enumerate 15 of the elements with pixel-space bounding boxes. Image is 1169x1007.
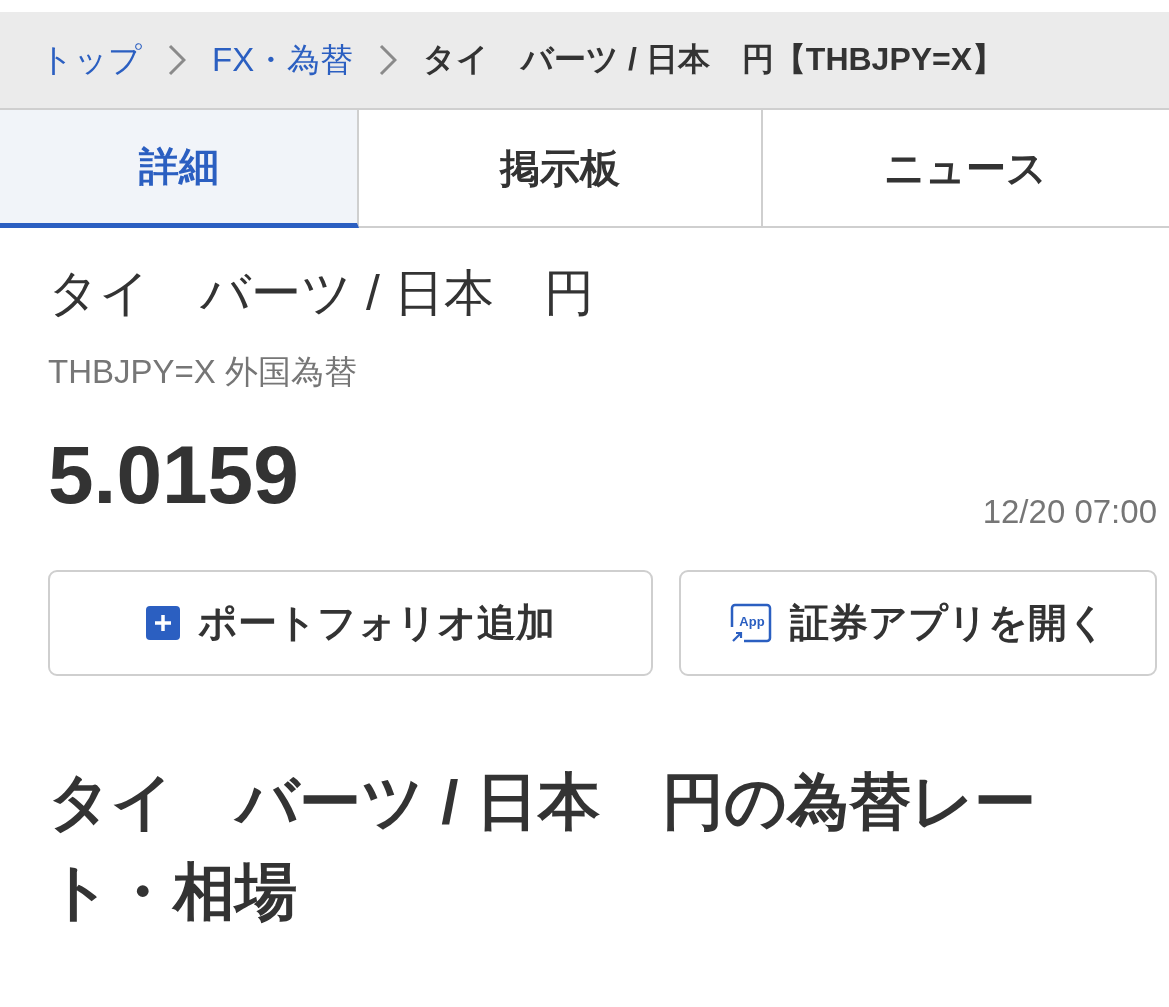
timestamp: 12/20 07:00 [982, 492, 1157, 532]
tab[interactable]: 詳細 [0, 110, 360, 228]
price-value: 5.0159 [48, 430, 299, 520]
tab[interactable]: 掲示板 [359, 110, 763, 228]
open-app-button[interactable]: App 証券アプリを開く [679, 570, 1157, 676]
add-portfolio-button[interactable]: ポートフォリオ追加 [48, 570, 653, 676]
section-heading: タイ バーツ / 日本 円の為替レート・相場 [48, 766, 1037, 928]
chevron-right-icon [168, 44, 186, 76]
chevron-right-icon [379, 44, 398, 76]
plus-icon [146, 606, 180, 640]
pair-name: タイ バーツ / 日本 円 [48, 264, 594, 323]
breadcrumb-link[interactable]: FX・為替 [212, 37, 354, 83]
symbol-label: THBJPY=X 外国為替 [48, 352, 357, 392]
breadcrumb-current: タイ バーツ / 日本 円【THBJPY=X】 [423, 40, 1005, 79]
breadcrumb-link[interactable]: トップ [40, 37, 142, 83]
